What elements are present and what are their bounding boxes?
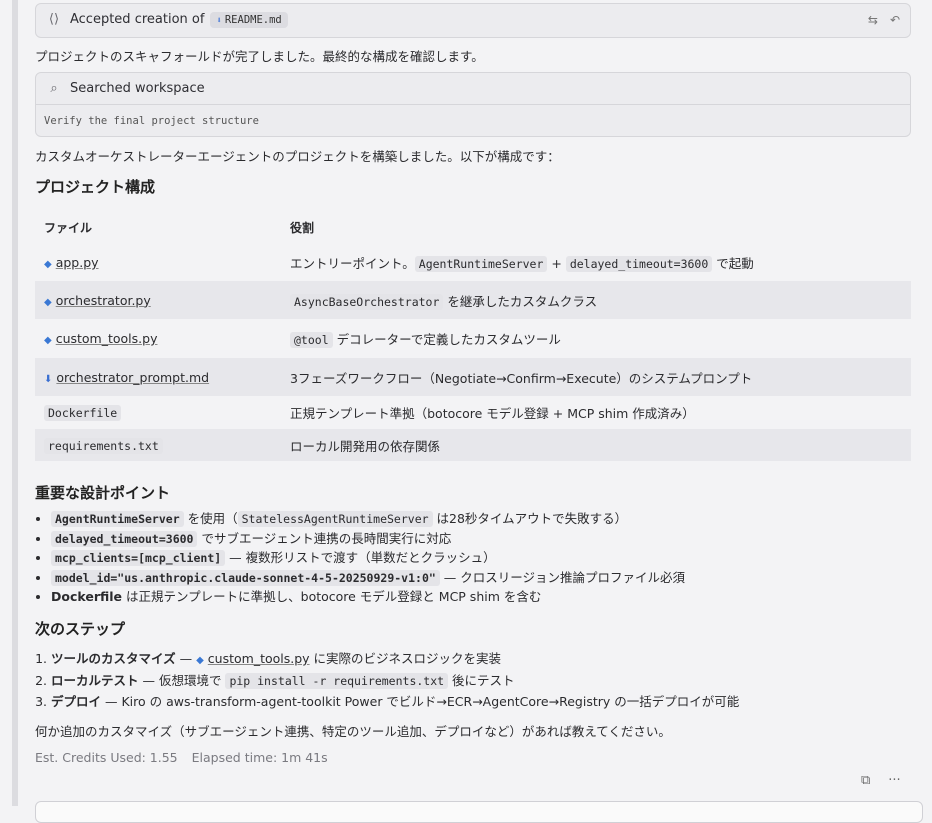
chat-input-box[interactable]	[35, 801, 923, 823]
item-text: を使用（	[183, 511, 238, 526]
markdown-file-icon: ⬇	[216, 15, 222, 26]
structure-table: ファイル 役割 ◆ app.py エントリーポイント。 AgentRuntimeSe…	[35, 210, 911, 461]
design-heading: 重要な設計ポイント	[35, 484, 171, 502]
item-code: delayed_timeout=3600	[51, 530, 198, 547]
role-text: で起動	[712, 256, 754, 271]
more-icon[interactable]: ···	[888, 773, 900, 788]
file-chip[interactable]: ⬇ README.md	[210, 11, 288, 28]
role-code: delayed_timeout=3600	[565, 256, 713, 272]
design-list: AgentRuntimeServer を使用（StatelessAgentRun…	[35, 509, 685, 607]
python-file-icon: ◆	[196, 655, 204, 666]
file-link[interactable]: custom_tools.py	[56, 331, 158, 346]
file-link[interactable]: orchestrator_prompt.md	[56, 370, 209, 385]
item-text: 後にテスト	[448, 672, 515, 688]
searched-title: Searched workspace	[70, 81, 205, 96]
table-row: ◆ orchestrator.py AsyncBaseOrchestrator を…	[35, 281, 911, 319]
item-code: mcp_clients=[mcp_client]	[51, 550, 226, 566]
item-text: に実際のビジネスロジックを実装	[309, 651, 502, 666]
elapsed-label: Elapsed time: 1m 41s	[191, 750, 328, 765]
item-code: model_id="us.anthropic.claude-sonnet-4-5…	[51, 569, 440, 586]
item-bold: Dockerfile	[51, 589, 123, 604]
list-item: model_id="us.anthropic.claude-sonnet-4-5…	[51, 568, 685, 588]
list-item: ローカルテスト — 仮想環境で pip install -r requireme…	[51, 670, 739, 692]
role-text: デコレーターで定義したカスタムツール	[332, 332, 561, 347]
item-text: —	[175, 651, 197, 666]
copy-icon[interactable]: ⧉	[861, 773, 870, 788]
compare-icon[interactable]: ⇆	[868, 13, 878, 27]
role-text: +	[547, 256, 566, 271]
file-link[interactable]: custom_tools.py	[208, 651, 310, 666]
undo-icon[interactable]: ↶	[890, 13, 900, 27]
python-file-icon: ◆	[44, 335, 52, 346]
role-code: @tool	[290, 332, 333, 348]
role-code: AgentRuntimeServer	[414, 256, 548, 272]
credits-label: Est. Credits Used: 1.55	[35, 750, 178, 765]
role-text: ローカル開発用の依存関係	[290, 438, 441, 454]
list-item: Dockerfile は正規テンプレートに準拠し、botocore モデル登録と…	[51, 587, 685, 607]
item-text: は28秒タイムアウトで失敗する）	[432, 511, 628, 526]
file-link[interactable]: app.py	[56, 255, 99, 270]
file-chip-label: README.md	[224, 13, 282, 26]
summary-text: カスタムオーケストレーターエージェントのプロジェクトを構築しました。以下が構成で…	[35, 149, 560, 164]
item-text: は正規テンプレートに準拠し、botocore モデル登録と MCP shim を…	[122, 589, 542, 604]
left-rail	[12, 0, 18, 806]
next-steps-list: ツールのカスタマイズ — ◆ custom_tools.py に実際のビジネスロジ…	[35, 648, 739, 713]
usage-stats: Est. Credits Used: 1.55 Elapsed time: 1m…	[35, 750, 328, 765]
role-text: を継承したカスタムクラス	[443, 293, 598, 309]
structure-heading: プロジェクト構成	[35, 178, 156, 196]
list-item: delayed_timeout=3600 でサブエージェント連携の長時間実行に対…	[51, 529, 685, 549]
role-text: エントリーポイント。	[290, 256, 415, 271]
item-code: StatelessAgentRuntimeServer	[237, 511, 433, 527]
searched-workspace-card[interactable]: ⌕ Searched workspace Verify the final pr…	[35, 72, 911, 137]
table-row: requirements.txt ローカル開発用の依存関係	[35, 429, 911, 461]
col-role: 役割	[290, 220, 315, 235]
search-detail: Verify the final project structure	[44, 115, 259, 127]
list-item: mcp_clients=[mcp_client] — 複数形リストで渡す（単数だ…	[51, 548, 685, 568]
closing-text: 何か追加のカスタマイズ（サブエージェント連携、特定のツール追加、デプロイなど）が…	[35, 724, 671, 739]
markdown-file-icon: ⬇	[44, 373, 53, 385]
item-bold: デプロイ	[51, 694, 102, 709]
list-item: デプロイ — Kiro の aws-transform-agent-toolki…	[51, 691, 739, 713]
intro-text: プロジェクトのスキャフォールドが完了しました。最終的な構成を確認します。	[35, 49, 484, 64]
file-code: requirements.txt	[44, 437, 163, 454]
item-code: AgentRuntimeServer	[51, 511, 184, 527]
message-actions: ⧉ ···	[861, 773, 901, 788]
role-text: 3フェーズワークフロー（Negotiate→Confirm→Execute）のシ…	[290, 370, 753, 386]
item-text: — 仮想環境で	[138, 672, 226, 688]
table-row: ◆ app.py エントリーポイント。 AgentRuntimeServer + d…	[35, 244, 911, 281]
item-bold: ツールのカスタマイズ	[51, 651, 176, 666]
col-file: ファイル	[44, 220, 93, 235]
table-row: ◆ custom_tools.py @tool デコレーターで定義したカスタムツー…	[35, 319, 911, 358]
accepted-creation-card[interactable]: ⟨⟩ Accepted creation of ⬇ README.md ⇆ ↶	[35, 3, 911, 38]
python-file-icon: ◆	[44, 259, 52, 270]
table-row: ⬇ orchestrator_prompt.md 3フェーズワークフロー（Nego…	[35, 358, 911, 396]
search-icon: ⌕	[50, 80, 58, 96]
item-text: でサブエージェント連携の長時間実行に対応	[197, 530, 452, 546]
item-code: pip install -r requirements.txt	[225, 672, 449, 689]
list-item: ツールのカスタマイズ — ◆ custom_tools.py に実際のビジネスロジ…	[51, 648, 739, 670]
python-file-icon: ◆	[44, 296, 52, 308]
file-code: Dockerfile	[44, 405, 122, 421]
role-code: AsyncBaseOrchestrator	[290, 293, 444, 310]
role-text: 正規テンプレート準拠（botocore モデル登録 + MCP shim 作成済…	[290, 406, 695, 421]
item-bold: ローカルテスト	[51, 672, 139, 688]
code-diff-icon: ⟨⟩	[48, 11, 60, 27]
item-text: — Kiro の aws-transform-agent-toolkit Pow…	[101, 694, 740, 709]
item-text: — 複数形リストで渡す（単数だとクラッシュ）	[225, 550, 496, 565]
list-item: AgentRuntimeServer を使用（StatelessAgentRun…	[51, 509, 685, 529]
next-heading: 次のステップ	[35, 620, 126, 638]
item-text: — クロスリージョン推論プロファイル必須	[439, 569, 686, 585]
accepted-title: Accepted creation of	[70, 12, 205, 27]
table-row: Dockerfile 正規テンプレート準拠（botocore モデル登録 + M…	[35, 396, 911, 429]
file-link[interactable]: orchestrator.py	[56, 293, 151, 308]
